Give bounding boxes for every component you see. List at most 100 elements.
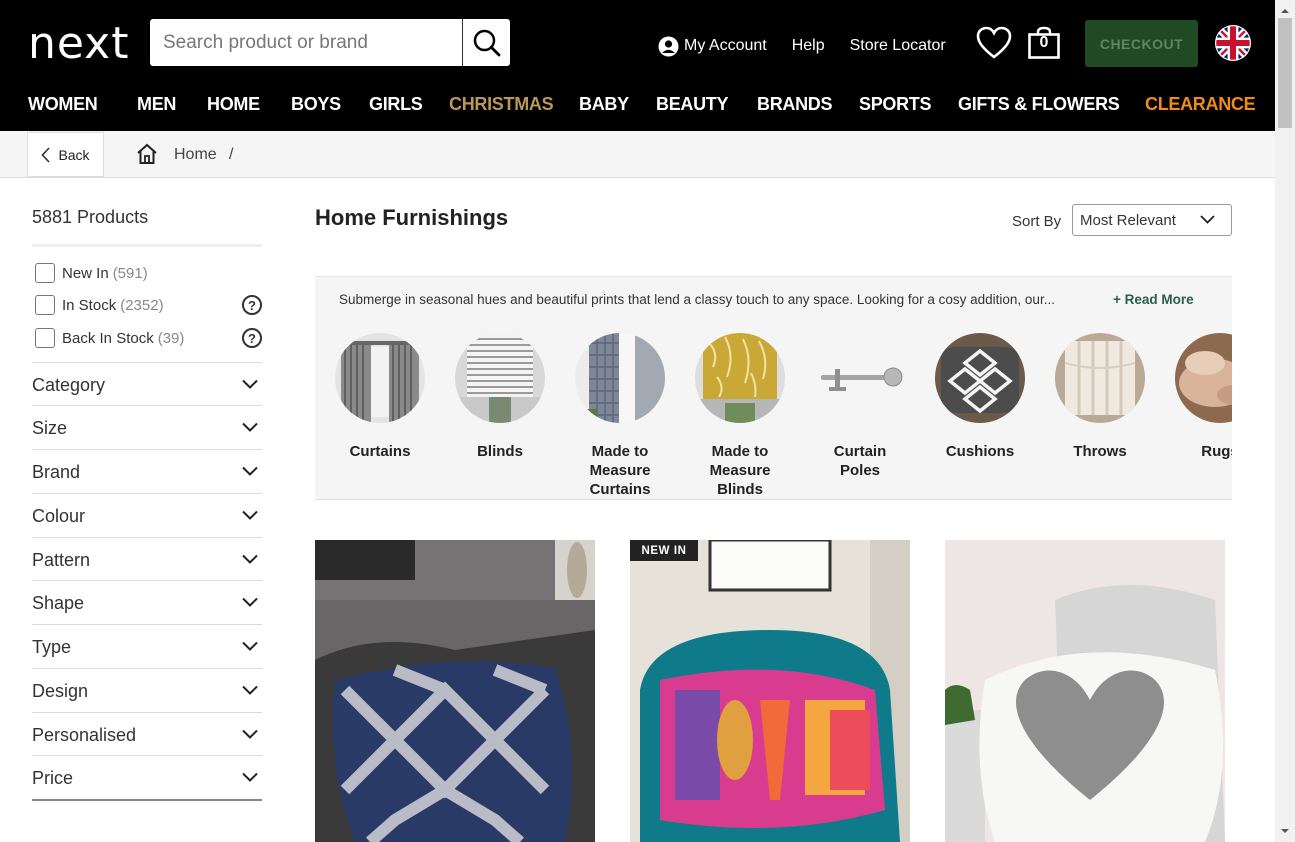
nav-women[interactable]: WOMEN — [28, 94, 98, 115]
facet-price[interactable]: Price — [32, 755, 262, 799]
search-button[interactable] — [462, 19, 510, 66]
nav-home[interactable]: HOME — [207, 94, 260, 115]
filter-back-in-stock[interactable]: Back In Stock (39) — [35, 327, 184, 349]
facet-label: Brand — [32, 462, 81, 482]
sort-select[interactable]: Most Relevant — [1072, 204, 1232, 236]
home-icon[interactable] — [136, 143, 158, 165]
chevron-down-icon — [242, 379, 258, 389]
filter-label: Back In Stock — [62, 329, 154, 347]
my-account-link[interactable]: My Account — [658, 36, 767, 57]
category-label: Made to Measure Curtains — [589, 443, 651, 498]
category-label: Blinds — [477, 443, 523, 460]
uk-flag-icon[interactable] — [1215, 25, 1251, 61]
curtain-poles-thumbnail — [815, 333, 905, 423]
nav-boys[interactable]: BOYS — [291, 94, 341, 115]
filter-in-stock[interactable]: In Stock (2352) — [35, 294, 164, 316]
facet-personalised[interactable]: Personalised — [32, 712, 262, 756]
scroll-up-arrow-icon[interactable] — [1275, 4, 1295, 18]
search-icon — [473, 29, 500, 56]
curtains-thumbnail — [335, 333, 425, 423]
product-image-navy-geometric-cushion[interactable] — [315, 540, 595, 842]
chevron-down-icon — [242, 554, 258, 564]
category-cushions[interactable]: Cushions — [925, 333, 1035, 480]
facet-label: Type — [32, 637, 72, 657]
nav-beauty[interactable]: BEAUTY — [656, 94, 729, 115]
chevron-down-icon — [242, 510, 258, 520]
back-button[interactable]: Back — [27, 132, 104, 177]
facet-label: Personalised — [32, 725, 137, 745]
category-panel: Submerge in seasonal hues and beautiful … — [315, 276, 1232, 500]
chevron-left-icon — [41, 146, 51, 163]
favourites-heart-icon[interactable] — [976, 26, 1012, 60]
my-account-label: My Account — [684, 37, 767, 54]
checkbox[interactable] — [35, 263, 55, 283]
category-curtain-poles[interactable]: Curtain Poles — [805, 333, 915, 480]
nav-christmas[interactable]: CHRISTMAS — [449, 94, 554, 115]
facet-label: Category — [32, 375, 106, 395]
nav-girls[interactable]: GIRLS — [369, 94, 423, 115]
facet-shape[interactable]: Shape — [32, 580, 262, 624]
nav-men[interactable]: MEN — [137, 94, 176, 115]
help-link[interactable]: Help — [792, 37, 825, 55]
nav-sports[interactable]: SPORTS — [859, 94, 932, 115]
category-label: Throws — [1073, 443, 1127, 460]
account-icon — [658, 36, 679, 56]
product-image-faux-fur-heart-cushion[interactable] — [945, 540, 1225, 842]
bag-count: 0 — [1039, 34, 1049, 51]
blinds-thumbnail — [455, 333, 545, 423]
facet-pattern[interactable]: Pattern — [32, 537, 262, 581]
page-title: Home Furnishings — [315, 205, 509, 230]
nav-baby[interactable]: BABY — [579, 94, 629, 115]
main-nav: WOMEN MEN HOME BOYS GIRLS CHRISTMAS BABY… — [0, 94, 1275, 122]
chevron-down-icon — [242, 597, 258, 607]
help-question-icon[interactable]: ? — [242, 295, 262, 315]
filter-label: New In — [62, 264, 109, 282]
nav-clearance[interactable]: CLEARANCE — [1145, 94, 1256, 115]
category-made-to-measure-curtains[interactable]: Made to Measure Curtains — [565, 333, 675, 499]
facet-category[interactable]: Category — [32, 362, 262, 406]
facet-label: Size — [32, 418, 68, 438]
facet-type[interactable]: Type — [32, 624, 262, 668]
category-rugs[interactable]: Rugs — [1165, 333, 1232, 480]
cushions-thumbnail — [935, 333, 1025, 423]
facet-design[interactable]: Design — [32, 668, 262, 712]
store-locator-link[interactable]: Store Locator — [850, 37, 946, 55]
filter-new-in[interactable]: New In (591) — [35, 262, 148, 284]
filter-count: (2352) — [120, 296, 164, 314]
help-question-icon[interactable]: ? — [242, 328, 262, 348]
shopping-bag-button[interactable]: 0 — [1027, 26, 1061, 60]
sidebar-bottom-divider — [32, 799, 262, 801]
category-throws[interactable]: Throws — [1045, 333, 1155, 480]
scrollbar-thumb[interactable] — [1278, 18, 1292, 128]
checkbox[interactable] — [35, 295, 55, 315]
facet-colour[interactable]: Colour — [32, 493, 262, 537]
nav-gifts-flowers[interactable]: GIFTS & FLOWERS — [958, 94, 1120, 115]
scroll-down-arrow-icon[interactable] — [1275, 824, 1295, 838]
product-image-love-cushion[interactable] — [630, 540, 910, 842]
facet-label: Design — [32, 681, 89, 701]
category-label: Curtain Poles — [833, 443, 887, 479]
new-in-badge: NEW IN — [630, 540, 698, 561]
throws-thumbnail — [1055, 333, 1145, 423]
facet-size[interactable]: Size — [32, 405, 262, 449]
search-input[interactable] — [150, 19, 462, 66]
category-made-to-measure-blinds[interactable]: Made to Measure Blinds — [685, 333, 795, 499]
category-curtains[interactable]: Curtains — [325, 333, 435, 480]
made-to-measure-curtains-thumbnail — [575, 333, 665, 423]
chevron-down-icon — [242, 641, 258, 651]
breadcrumb-home-link[interactable]: Home — [174, 146, 217, 164]
filter-count: (591) — [112, 264, 148, 282]
nav-brands[interactable]: BRANDS — [757, 94, 833, 115]
breadcrumb: Back Home / — [0, 131, 1275, 178]
category-label: Curtains — [349, 443, 411, 460]
facet-brand[interactable]: Brand — [32, 449, 262, 493]
chevron-down-icon — [242, 422, 258, 432]
category-blinds[interactable]: Blinds — [445, 333, 555, 480]
next-logo[interactable]: next — [28, 22, 129, 66]
read-more-link[interactable]: + Read More — [1113, 292, 1194, 307]
facet-label: Price — [32, 768, 74, 788]
filter-count: (39) — [157, 329, 185, 347]
checkbox[interactable] — [35, 328, 55, 348]
checkout-button[interactable]: CHECKOUT — [1085, 20, 1198, 67]
vertical-scrollbar[interactable] — [1275, 0, 1295, 842]
